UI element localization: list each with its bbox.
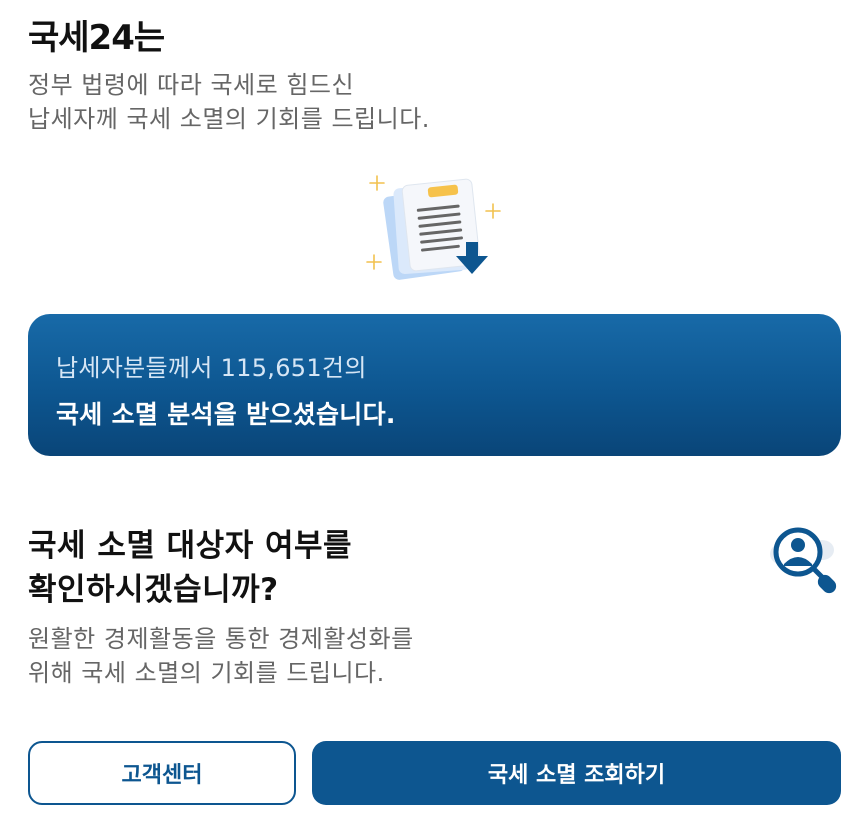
- intro-line: 납세자께 국세 소멸의 기회를 드립니다.: [28, 105, 430, 133]
- customer-center-button[interactable]: 고객센터: [28, 741, 296, 805]
- question-desc-line: 원활한 경제활동을 통한 경제활성화를: [28, 625, 414, 653]
- user-search-icon: [770, 527, 837, 594]
- question-title: 국세 소멸 대상자 여부를 확인하시겠습니까?: [28, 524, 352, 612]
- analysis-count-banner: 납세자분들께서 115,651건의 국세 소멸 분석을 받으셨습니다.: [28, 314, 841, 456]
- intro-text: 정부 법령에 따라 국세로 힘드신 납세자께 국세 소멸의 기회를 드립니다.: [28, 68, 430, 136]
- question-title-line: 국세 소멸 대상자 여부를: [28, 528, 353, 564]
- banner-count-text: 납세자분들께서 115,651건의: [56, 354, 367, 382]
- question-description: 원활한 경제활동을 통한 경제활성화를 위해 국세 소멸의 기회를 드립니다.: [28, 622, 414, 690]
- banner-headline: 국세 소멸 분석을 받으셨습니다.: [56, 400, 396, 429]
- intro-line: 정부 법령에 따라 국세로 힘드신: [28, 71, 355, 99]
- check-tax-button[interactable]: 국세 소멸 조회하기: [312, 741, 841, 805]
- question-desc-line: 위해 국세 소멸의 기회를 드립니다.: [28, 659, 385, 687]
- document-download-icon: [366, 175, 501, 280]
- page-title: 국세24는: [28, 18, 165, 58]
- question-title-line: 확인하시겠습니까?: [28, 572, 279, 608]
